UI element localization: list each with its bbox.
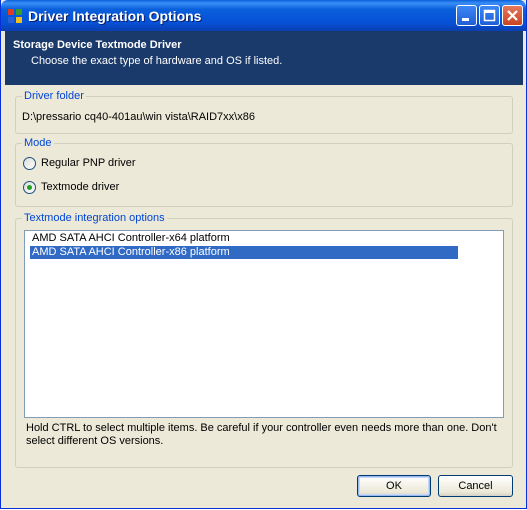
list-item[interactable]: AMD SATA AHCI Controller-x86 platform xyxy=(30,246,458,259)
driver-folder-label: Driver folder xyxy=(22,90,86,102)
textmode-options-label: Textmode integration options xyxy=(22,212,167,224)
title-bar[interactable]: Driver Integration Options xyxy=(1,0,526,31)
mode-label: Mode xyxy=(22,137,54,149)
mode-group: Mode Regular PNP driver Textmode driver xyxy=(15,137,513,207)
window-title: Driver Integration Options xyxy=(28,8,202,24)
textmode-options-group: Textmode integration options AMD SATA AH… xyxy=(15,212,513,468)
regular-pnp-radio[interactable] xyxy=(23,157,36,170)
textmode-radio[interactable] xyxy=(23,181,36,194)
regular-pnp-label[interactable]: Regular PNP driver xyxy=(41,157,136,169)
header-subtitle: Choose the exact type of hardware and OS… xyxy=(31,55,283,67)
selection-hint: Hold CTRL to select multiple items. Be c… xyxy=(26,422,497,447)
list-item[interactable]: AMD SATA AHCI Controller-x64 platform xyxy=(30,232,232,245)
minimize-icon xyxy=(462,18,469,21)
close-icon xyxy=(507,10,518,21)
wizard-header: Storage Device Textmode Driver Choose th… xyxy=(5,31,523,85)
ok-button[interactable]: OK xyxy=(357,475,431,497)
driver-folder-group: Driver folder D:\pressario cq40-401au\wi… xyxy=(15,90,513,134)
textmode-label[interactable]: Textmode driver xyxy=(41,181,119,193)
maximize-button[interactable] xyxy=(479,5,500,26)
close-button[interactable] xyxy=(502,5,523,26)
app-icon xyxy=(8,9,22,23)
dialog-window: Driver Integration Options Storage Devic… xyxy=(0,0,527,509)
minimize-button[interactable] xyxy=(456,5,477,26)
header-title: Storage Device Textmode Driver xyxy=(13,39,182,51)
platform-listbox[interactable]: AMD SATA AHCI Controller-x64 platform AM… xyxy=(24,230,504,418)
cancel-button[interactable]: Cancel xyxy=(438,475,513,497)
radio-selected-dot xyxy=(27,185,32,190)
driver-folder-path: D:\pressario cq40-401au\win vista\RAID7x… xyxy=(22,111,255,123)
maximize-icon xyxy=(483,9,496,22)
